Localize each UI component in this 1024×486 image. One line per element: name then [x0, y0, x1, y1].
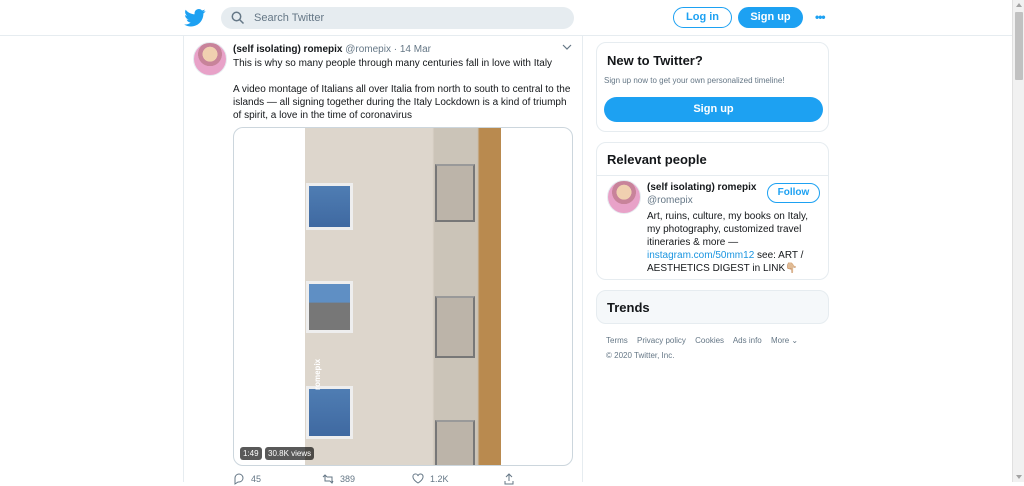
- chevron-down-icon[interactable]: [562, 43, 572, 51]
- building-window: [306, 281, 353, 333]
- reply-count: 45: [251, 474, 262, 484]
- tweet-video[interactable]: romepix 1:49 30.8K views: [233, 127, 573, 466]
- bio-link[interactable]: instagram.com/50mm12: [647, 250, 754, 261]
- tweet-timestamp[interactable]: · 14 Mar: [394, 44, 431, 55]
- scroll-up-icon[interactable]: [1016, 3, 1022, 7]
- footer-link-terms[interactable]: Terms: [606, 336, 628, 345]
- avatar[interactable]: [607, 180, 641, 214]
- tweet-actions: 45 389 1.2K: [233, 472, 533, 486]
- heart-icon: [412, 473, 424, 484]
- bio-text: Art, ruins, culture, my books on Italy, …: [647, 211, 808, 248]
- video-views: 30.8K views: [265, 447, 315, 460]
- search-bar[interactable]: [221, 7, 574, 29]
- card-subtitle: Sign up now to get your own personalized…: [604, 76, 785, 85]
- scroll-down-icon[interactable]: [1016, 475, 1022, 479]
- like-count: 1.2K: [430, 474, 449, 484]
- retweet-count: 389: [340, 474, 356, 484]
- twitter-logo-icon[interactable]: [184, 9, 206, 27]
- tweet-text: This is why so many people through many …: [233, 57, 573, 135]
- building-window: [306, 386, 353, 439]
- new-to-twitter-card: New to Twitter? Sign up now to get your …: [596, 42, 829, 132]
- top-navigation: Log in Sign up •••: [0, 0, 1012, 36]
- footer-link-privacy[interactable]: Privacy policy: [637, 336, 686, 345]
- video-frame[interactable]: romepix: [305, 128, 501, 465]
- tweet-author-name[interactable]: (self isolating) romepix: [233, 44, 342, 55]
- card-title: Relevant people: [607, 152, 707, 167]
- follow-button[interactable]: Follow: [767, 183, 820, 203]
- relevant-people-card: Relevant people (self isolating) romepix…: [596, 142, 829, 280]
- avatar[interactable]: [193, 42, 227, 76]
- tweet-header: (self isolating) romepix @romepix · 14 M…: [233, 44, 431, 55]
- footer-link-more[interactable]: More ⌄: [771, 336, 798, 345]
- copyright: © 2020 Twitter, Inc.: [606, 351, 675, 360]
- page-scrollbar[interactable]: [1012, 0, 1024, 482]
- balcony: [435, 420, 475, 465]
- sidebar-signup-button[interactable]: Sign up: [604, 97, 823, 122]
- tweet-column: (self isolating) romepix @romepix · 14 M…: [183, 36, 583, 485]
- person-bio: Art, ruins, culture, my books on Italy, …: [647, 210, 817, 275]
- search-icon: [231, 11, 245, 25]
- tweet-author-handle[interactable]: @romepix: [345, 44, 391, 55]
- card-title: Trends: [607, 300, 650, 315]
- building-window: [306, 183, 353, 230]
- signup-button[interactable]: Sign up: [738, 7, 803, 28]
- reply-icon: [234, 473, 244, 485]
- footer-link-ads[interactable]: Ads info: [733, 336, 762, 345]
- share-icon: [504, 473, 514, 485]
- trends-card: Trends: [596, 290, 829, 324]
- tweet-text-line: This is why so many people through many …: [233, 58, 553, 69]
- login-button[interactable]: Log in: [673, 7, 732, 28]
- video-watermark: romepix: [313, 358, 322, 390]
- tweet-text-paragraph: A video montage of Italians all over Ita…: [233, 84, 571, 121]
- search-input[interactable]: [254, 9, 554, 27]
- footer-link-cookies[interactable]: Cookies: [695, 336, 724, 345]
- footer-links: Terms Privacy policy Cookies Ads info Mo…: [606, 336, 805, 345]
- balcony: [435, 164, 475, 222]
- more-options-icon[interactable]: •••: [815, 11, 831, 23]
- person-handle[interactable]: @romepix: [647, 195, 693, 206]
- video-duration: 1:49: [240, 447, 262, 460]
- scroll-thumb[interactable]: [1015, 12, 1023, 80]
- person-name[interactable]: (self isolating) romepix: [647, 182, 756, 193]
- divider: [597, 175, 828, 176]
- card-title: New to Twitter?: [607, 53, 703, 68]
- balcony: [435, 296, 475, 358]
- retweet-icon: [322, 474, 334, 484]
